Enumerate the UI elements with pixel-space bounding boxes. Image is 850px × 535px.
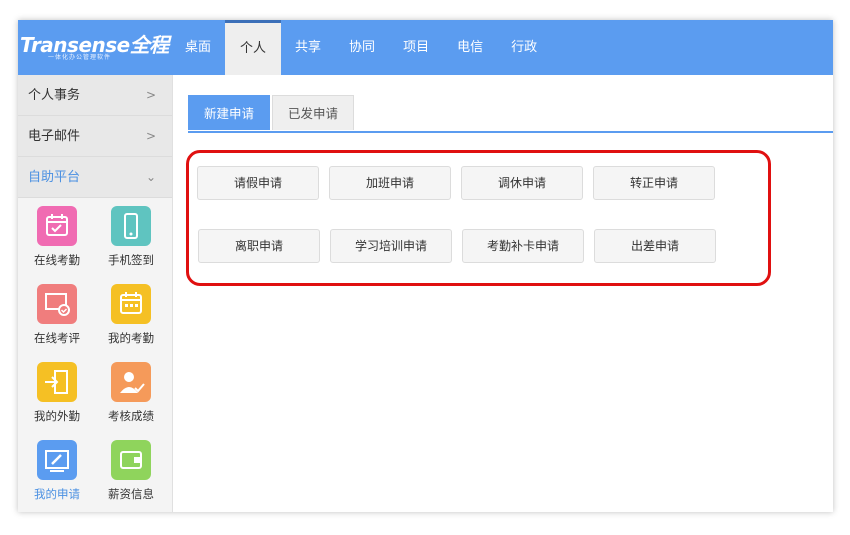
user-check-icon — [111, 362, 151, 402]
sidebar-item-email[interactable]: 电子邮件 > — [18, 116, 172, 157]
app-label: 在线考评 — [34, 331, 80, 345]
edit-screen-icon — [37, 440, 77, 480]
app-online-evaluation[interactable]: 在线考评 — [20, 284, 94, 356]
sidebar-item-label: 个人事务 — [28, 88, 81, 103]
chevron-down-icon: ⌄ — [145, 170, 156, 184]
app-window: Transense全程 一体化办公管理软件 桌面 个人 共享 协同 项目 电信 … — [18, 20, 833, 512]
app-grid: 在线考勤 手机签到 在线考评 我的考勤 我的外勤 考核成绩 我的申请 薪资信息 — [18, 198, 172, 512]
nav-item-telecom[interactable]: 电信 — [443, 20, 497, 75]
calendar-icon — [37, 206, 77, 246]
nav-item-desktop[interactable]: 桌面 — [171, 20, 225, 75]
sidebar-item-personal-affairs[interactable]: 个人事务 > — [18, 75, 172, 116]
wallet-icon — [111, 440, 151, 480]
nav-item-personal[interactable]: 个人 — [225, 20, 282, 75]
app-mobile-checkin[interactable]: 手机签到 — [94, 206, 168, 278]
calendar-icon — [111, 284, 151, 324]
chevron-right-icon: > — [145, 88, 156, 102]
nav-item-project[interactable]: 项目 — [389, 20, 443, 75]
tab-sent-applications[interactable]: 已发申请 — [272, 95, 355, 130]
overtime-request-button[interactable]: 加班申请 — [329, 166, 451, 200]
app-label: 手机签到 — [108, 253, 154, 267]
exit-door-icon — [37, 362, 77, 402]
app-my-attendance[interactable]: 我的考勤 — [94, 284, 168, 356]
training-request-button[interactable]: 学习培训申请 — [330, 229, 452, 263]
main-content: 新建申请 已发申请 请假申请 加班申请 调休申请 转正申请 离职申请 学习培训申… — [173, 75, 833, 512]
sidebar-item-self-service[interactable]: 自助平台 ⌄ — [18, 157, 172, 198]
app-assessment-results[interactable]: 考核成绩 — [94, 362, 168, 434]
sidebar-item-label: 电子邮件 — [28, 129, 81, 144]
tab-new-application[interactable]: 新建申请 — [188, 95, 271, 130]
app-label: 我的外勤 — [34, 409, 80, 423]
leave-request-button[interactable]: 请假申请 — [197, 166, 319, 200]
attendance-correction-button[interactable]: 考勤补卡申请 — [462, 229, 584, 263]
app-label: 在线考勤 — [34, 253, 80, 267]
app-label: 考核成绩 — [108, 409, 154, 423]
tab-underline — [188, 131, 833, 133]
business-trip-request-button[interactable]: 出差申请 — [594, 229, 716, 263]
app-label: 我的考勤 — [108, 331, 154, 345]
app-label: 我的申请 — [34, 487, 80, 501]
nav-item-share[interactable]: 共享 — [281, 20, 335, 75]
tab-bar: 新建申请 已发申请 — [188, 95, 356, 130]
app-label: 薪资信息 — [108, 487, 154, 501]
nav-item-collab[interactable]: 协同 — [335, 20, 389, 75]
top-navbar: Transense全程 一体化办公管理软件 桌面 个人 共享 协同 项目 电信 … — [18, 20, 833, 75]
app-online-attendance[interactable]: 在线考勤 — [20, 206, 94, 278]
regularization-request-button[interactable]: 转正申请 — [593, 166, 715, 200]
app-salary-info[interactable]: 薪资信息 — [94, 440, 168, 512]
app-my-field-work[interactable]: 我的外勤 — [20, 362, 94, 434]
comp-leave-request-button[interactable]: 调休申请 — [461, 166, 583, 200]
nav-item-admin[interactable]: 行政 — [497, 20, 551, 75]
logo: Transense全程 一体化办公管理软件 — [18, 20, 169, 75]
main-nav: 桌面 个人 共享 协同 项目 电信 行政 — [171, 20, 551, 75]
sidebar-item-label: 自助平台 — [28, 170, 81, 185]
resignation-request-button[interactable]: 离职申请 — [198, 229, 320, 263]
chevron-right-icon: > — [145, 129, 156, 143]
sidebar: 个人事务 > 电子邮件 > 自助平台 ⌄ 在线考勤 手机签到 在线考评 我的考勤… — [18, 75, 173, 512]
logo-subtitle: 一体化办公管理软件 — [48, 54, 112, 61]
app-my-applications[interactable]: 我的申请 — [20, 440, 94, 512]
screen-check-icon — [37, 284, 77, 324]
mobile-phone-icon — [111, 206, 151, 246]
